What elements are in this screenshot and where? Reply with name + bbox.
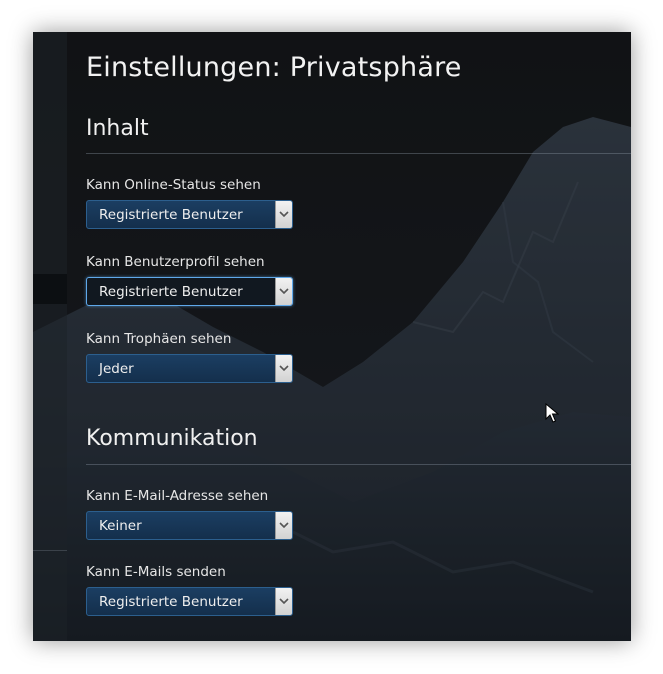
- privacy-settings-panel: Einstellungen: Privatsphäre Inhalt Kann …: [86, 32, 631, 641]
- dropdown-button[interactable]: [275, 588, 292, 615]
- settings-window: Einstellungen: Privatsphäre Inhalt Kann …: [33, 32, 631, 641]
- chevron-down-icon: [279, 365, 289, 372]
- sidebar-active-item[interactable]: [33, 274, 67, 304]
- dropdown-button[interactable]: [275, 201, 292, 228]
- trophies-select[interactable]: Jeder: [86, 354, 293, 383]
- chevron-down-icon: [279, 288, 289, 295]
- select-value: Registrierte Benutzer: [99, 207, 243, 223]
- section-heading-kommunikation: Kommunikation: [86, 426, 258, 451]
- chevron-down-icon: [279, 522, 289, 529]
- chevron-down-icon: [279, 211, 289, 218]
- section-divider: [86, 464, 631, 465]
- send-emails-select[interactable]: Registrierte Benutzer: [86, 587, 293, 616]
- select-value: Jeder: [99, 361, 134, 377]
- dropdown-button[interactable]: [275, 355, 292, 382]
- email-address-select[interactable]: Keiner: [86, 511, 293, 540]
- field-label-trophies: Kann Trophäen sehen: [86, 331, 232, 347]
- mouse-pointer-icon: [545, 403, 559, 423]
- dropdown-button[interactable]: [275, 512, 292, 539]
- select-value: Registrierte Benutzer: [99, 594, 243, 610]
- sidebar-divider: [33, 550, 67, 551]
- sidebar-panel: [33, 32, 67, 641]
- dropdown-button[interactable]: [275, 278, 292, 305]
- field-label-send-emails: Kann E-Mails senden: [86, 564, 226, 580]
- page-title: Einstellungen: Privatsphäre: [86, 52, 462, 83]
- field-label-user-profile: Kann Benutzerprofil sehen: [86, 254, 265, 270]
- section-heading-inhalt: Inhalt: [86, 116, 149, 141]
- select-value: Keiner: [99, 518, 142, 534]
- field-label-email-address: Kann E-Mail-Adresse sehen: [86, 488, 269, 504]
- field-label-online-status: Kann Online-Status sehen: [86, 177, 261, 193]
- user-profile-select[interactable]: Registrierte Benutzer: [86, 277, 293, 306]
- online-status-select[interactable]: Registrierte Benutzer: [86, 200, 293, 229]
- select-value: Registrierte Benutzer: [99, 284, 243, 300]
- chevron-down-icon: [279, 598, 289, 605]
- section-divider: [86, 153, 631, 154]
